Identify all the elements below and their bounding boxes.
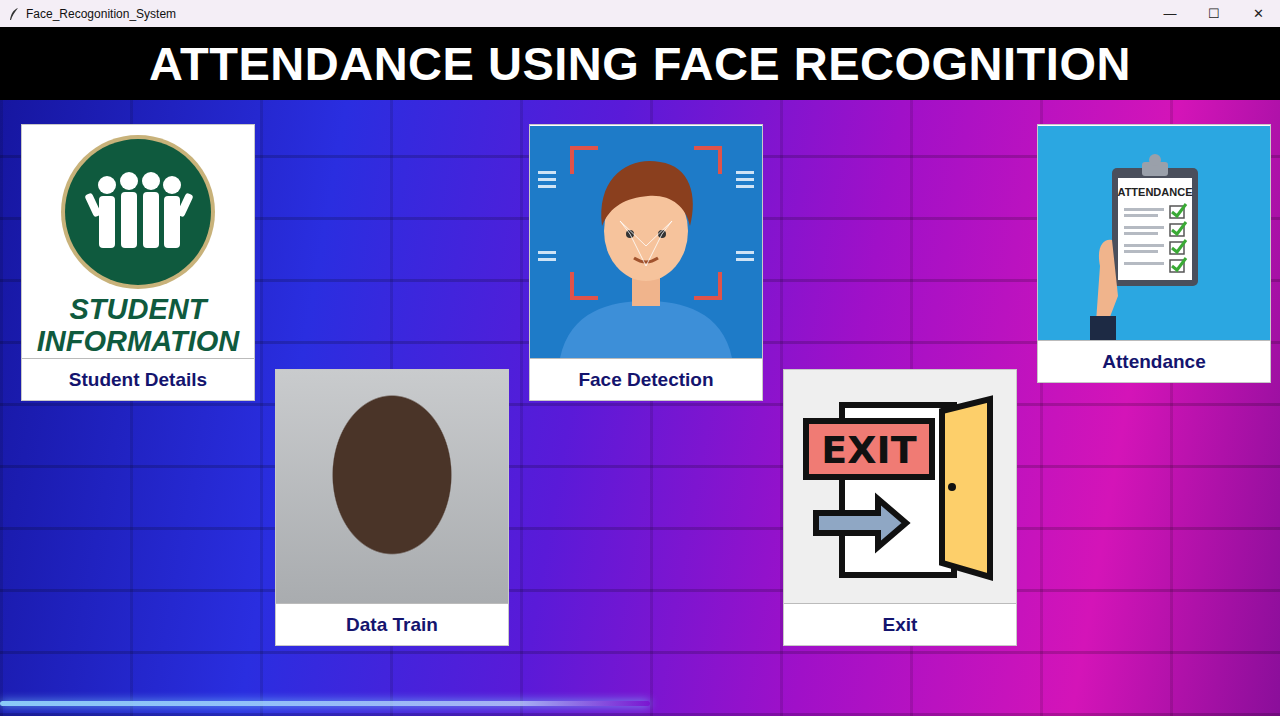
attendance-clipboard-icon: ATTENDANCE xyxy=(1038,126,1270,340)
card-button[interactable]: Exit xyxy=(784,603,1016,645)
card-button[interactable]: Data Train xyxy=(276,603,508,645)
header-bar: ATTENDANCE USING FACE RECOGNITION xyxy=(0,27,1280,100)
title-bar: Face_Recogonition_System —☐✕ xyxy=(0,0,1280,27)
logo-text: INFORMATION xyxy=(37,325,239,357)
window-title: Face_Recogonition_System xyxy=(26,7,176,21)
logo-text: STUDENT xyxy=(70,293,207,325)
feather-icon xyxy=(8,7,20,21)
window-control[interactable]: ✕ xyxy=(1236,0,1280,27)
menu-card[interactable]: ATTENDANCE Attendance xyxy=(1037,124,1271,383)
header-title: ATTENDANCE USING FACE RECOGNITION xyxy=(149,36,1131,91)
clipboard-text: ATTENDANCE xyxy=(1118,186,1193,198)
window-control[interactable]: — xyxy=(1148,0,1192,27)
app-window: Face_Recogonition_System —☐✕ ATTENDANCE US… xyxy=(0,0,1280,716)
card-picture[interactable]: EXIT xyxy=(784,370,1016,603)
card-button[interactable]: Attendance xyxy=(1038,340,1270,382)
menu-card[interactable]: STUDENTINFORMATIONStudent Details xyxy=(21,124,255,401)
face-scan-icon xyxy=(530,126,762,358)
face-photo xyxy=(276,370,508,603)
menu-card[interactable]: Data Train xyxy=(275,369,509,646)
main-panel: STUDENTINFORMATIONStudent Details Data Tr… xyxy=(0,100,1280,716)
card-picture[interactable] xyxy=(530,125,762,358)
card-picture[interactable] xyxy=(276,370,508,603)
exit-sign-text: EXIT xyxy=(821,428,916,472)
card-button[interactable]: Face Detection xyxy=(530,358,762,400)
window-control[interactable]: ☐ xyxy=(1192,0,1236,27)
menu-card[interactable]: Face Detection xyxy=(529,124,763,401)
glow-line xyxy=(0,701,650,706)
card-picture[interactable]: STUDENTINFORMATION xyxy=(22,125,254,358)
card-button[interactable]: Student Details xyxy=(22,358,254,400)
exit-door-icon: EXIT xyxy=(802,391,998,583)
card-picture[interactable]: ATTENDANCE xyxy=(1038,125,1270,340)
menu-card[interactable]: EXIT Exit xyxy=(783,369,1017,646)
students-logo-icon xyxy=(59,133,217,291)
